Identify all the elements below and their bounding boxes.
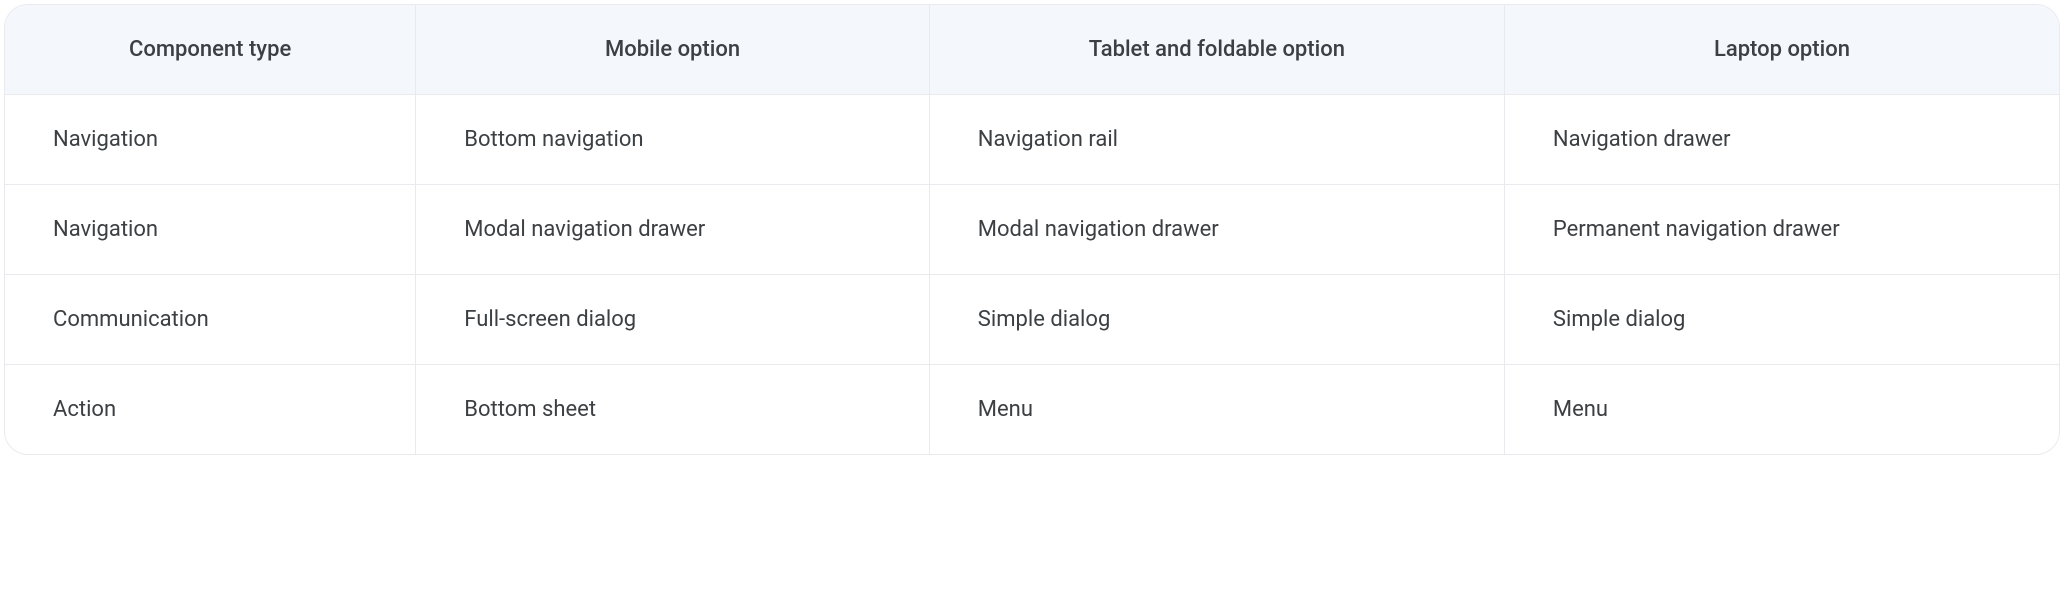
table-row: Communication Full-screen dialog Simple … — [5, 275, 2059, 365]
cell-mobile-option: Bottom navigation — [416, 95, 930, 185]
table-row: Navigation Bottom navigation Navigation … — [5, 95, 2059, 185]
cell-component-type: Navigation — [5, 185, 416, 275]
table-row: Action Bottom sheet Menu Menu — [5, 365, 2059, 455]
component-options-table: Component type Mobile option Tablet and … — [5, 5, 2059, 454]
cell-laptop-option: Simple dialog — [1504, 275, 2059, 365]
cell-mobile-option: Modal navigation drawer — [416, 185, 930, 275]
cell-tablet-option: Modal navigation drawer — [929, 185, 1504, 275]
header-laptop-option: Laptop option — [1504, 5, 2059, 95]
cell-laptop-option: Menu — [1504, 365, 2059, 455]
header-mobile-option: Mobile option — [416, 5, 930, 95]
cell-mobile-option: Full-screen dialog — [416, 275, 930, 365]
header-tablet-foldable-option: Tablet and foldable option — [929, 5, 1504, 95]
cell-component-type: Action — [5, 365, 416, 455]
cell-tablet-option: Navigation rail — [929, 95, 1504, 185]
cell-component-type: Navigation — [5, 95, 416, 185]
table-row: Navigation Modal navigation drawer Modal… — [5, 185, 2059, 275]
cell-laptop-option: Navigation drawer — [1504, 95, 2059, 185]
cell-tablet-option: Menu — [929, 365, 1504, 455]
cell-component-type: Communication — [5, 275, 416, 365]
cell-mobile-option: Bottom sheet — [416, 365, 930, 455]
cell-laptop-option: Permanent navigation drawer — [1504, 185, 2059, 275]
table-header-row: Component type Mobile option Tablet and … — [5, 5, 2059, 95]
component-options-table-wrapper: Component type Mobile option Tablet and … — [4, 4, 2060, 455]
header-component-type: Component type — [5, 5, 416, 95]
cell-tablet-option: Simple dialog — [929, 275, 1504, 365]
